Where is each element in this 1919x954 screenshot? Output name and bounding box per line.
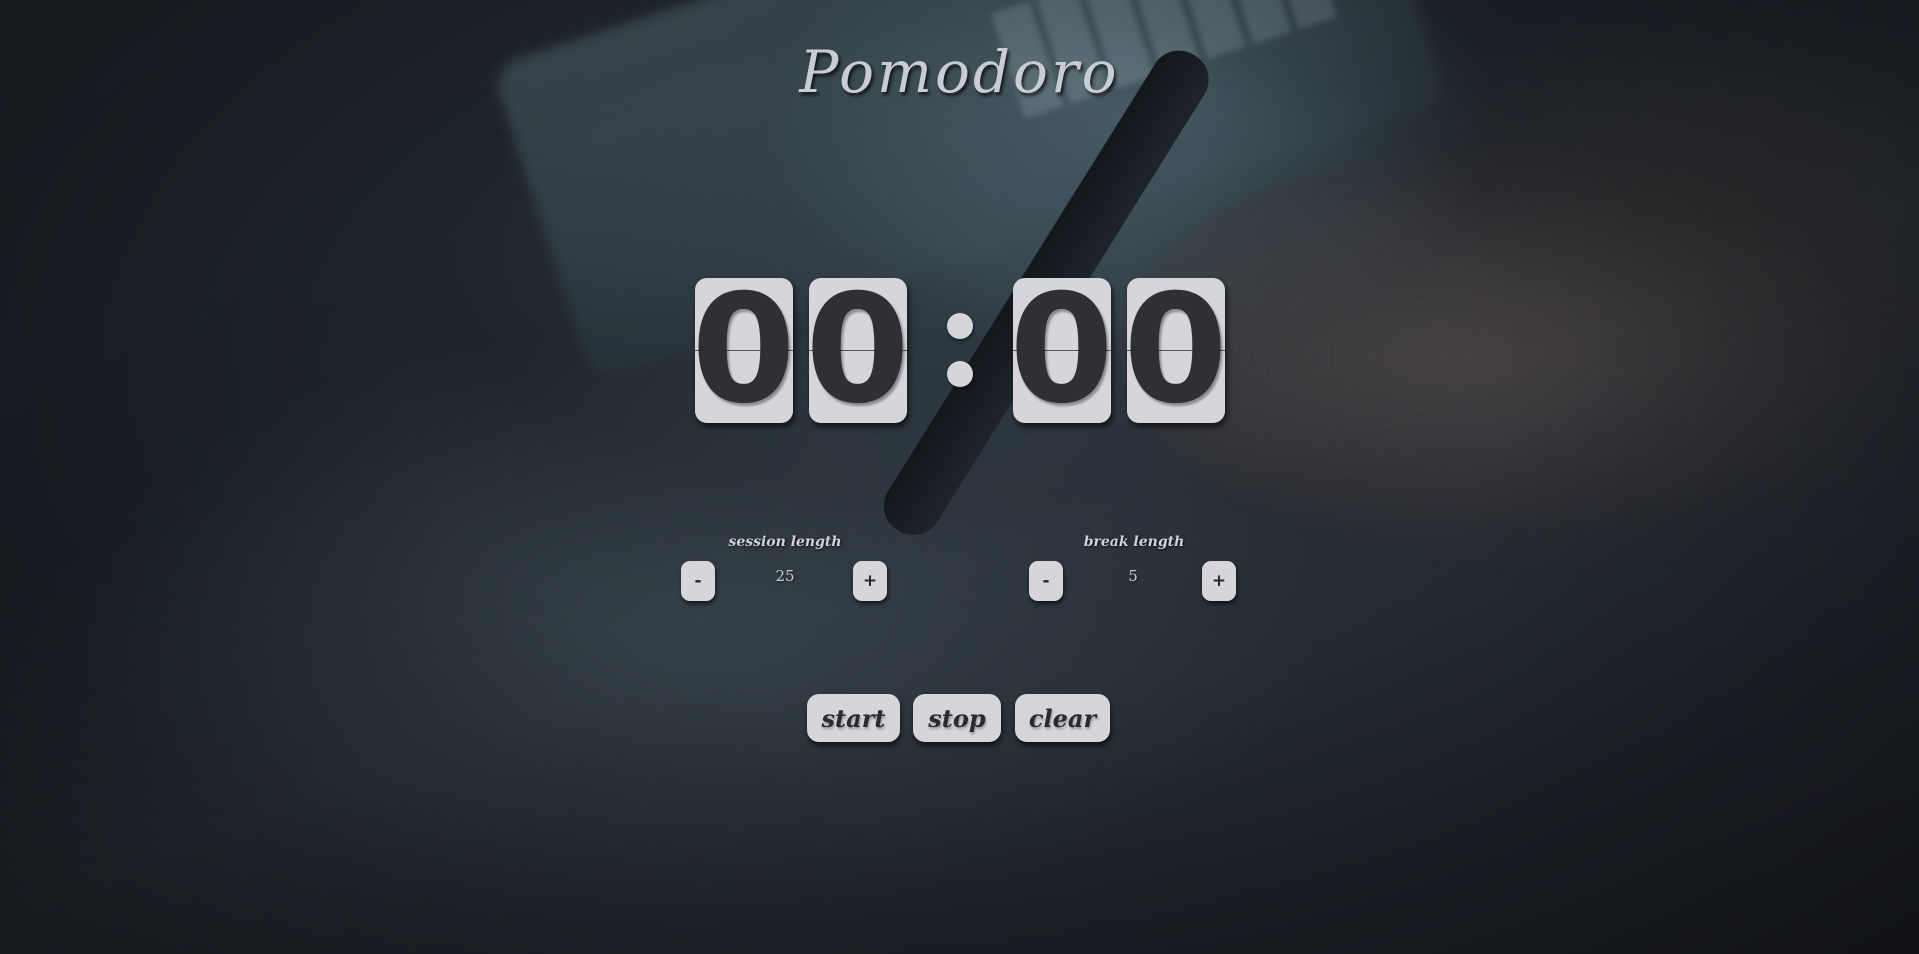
session-increment-button[interactable]: + xyxy=(853,561,887,601)
session-length-label: session length xyxy=(728,534,842,550)
minutes-tens-digit: 0 xyxy=(694,277,793,423)
timer-colon xyxy=(915,278,1005,423)
stop-button[interactable]: stop xyxy=(913,694,1001,742)
colon-dot-top xyxy=(946,313,973,339)
page-title: Pomodoro xyxy=(799,38,1120,106)
seconds-tens-digit: 0 xyxy=(1012,277,1111,423)
break-length-value: 5 xyxy=(1128,567,1138,585)
colon-dot-bottom xyxy=(946,361,973,387)
background-vignette xyxy=(0,0,1919,954)
break-increment-button[interactable]: + xyxy=(1202,561,1236,601)
break-decrement-button[interactable]: - xyxy=(1029,561,1063,601)
timer-display: 0 0 0 0 xyxy=(0,276,1919,424)
minutes-ones-digit: 0 xyxy=(808,277,907,423)
pomodoro-app: Pomodoro 0 0 0 0 session length - 25 + b… xyxy=(0,0,1919,954)
start-button[interactable]: start xyxy=(807,694,900,742)
session-length-value: 25 xyxy=(775,567,795,585)
clear-button[interactable]: clear xyxy=(1015,694,1110,742)
break-length-label: break length xyxy=(1083,534,1185,550)
seconds-ones-digit: 0 xyxy=(1126,277,1225,423)
session-decrement-button[interactable]: - xyxy=(681,561,715,601)
